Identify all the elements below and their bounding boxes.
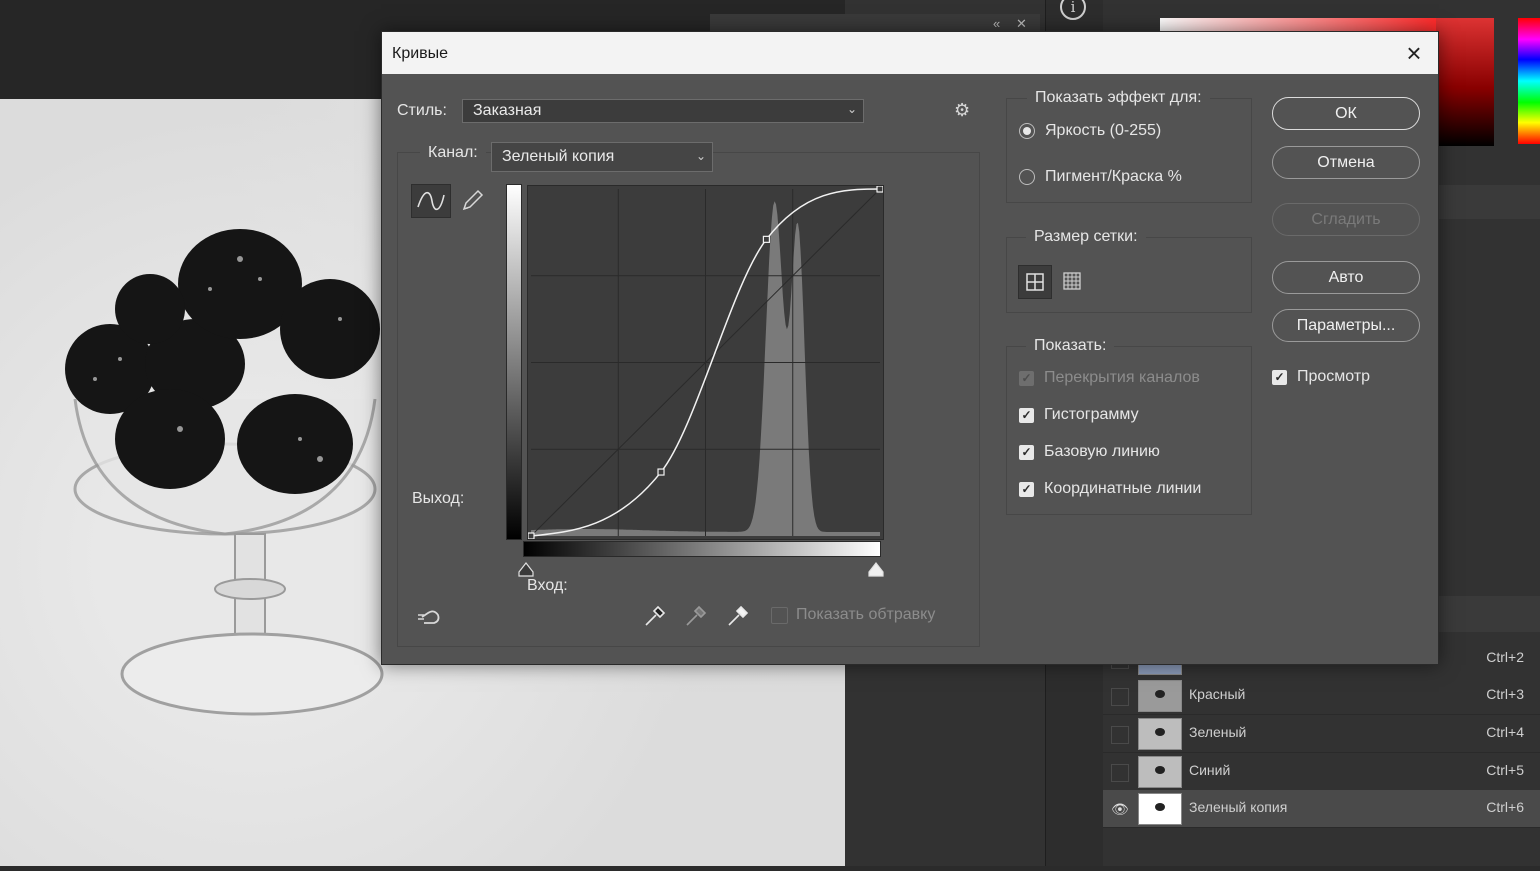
channel-shortcut: Ctrl+6 xyxy=(1486,799,1524,815)
visibility-toggle[interactable] xyxy=(1111,688,1129,706)
channel-name: Синий xyxy=(1189,762,1231,778)
channel-thumbnail xyxy=(1138,793,1182,825)
visibility-toggle[interactable] xyxy=(1111,764,1129,782)
show-clipping-checkbox[interactable] xyxy=(771,607,788,624)
close-icon[interactable]: × xyxy=(1396,38,1432,68)
baseline-checkbox[interactable]: ✓ xyxy=(1019,445,1034,460)
panel-header xyxy=(1436,185,1540,219)
channel-thumbnail xyxy=(1138,756,1182,788)
brightness-radio[interactable] xyxy=(1019,123,1035,139)
dialog-titlebar[interactable]: Кривые × xyxy=(382,32,1438,74)
auto-button[interactable]: Авто xyxy=(1272,261,1420,294)
baseline-label: Базовую линию xyxy=(1044,443,1160,460)
output-label: Выход: xyxy=(412,490,465,507)
style-value: Заказная xyxy=(473,102,542,119)
style-label: Стиль: xyxy=(397,102,447,119)
grid-size-title: Размер сетки: xyxy=(1026,228,1146,246)
curve-control-point[interactable] xyxy=(657,468,665,476)
options-button[interactable]: Параметры... xyxy=(1272,309,1420,342)
eye-icon[interactable]: 👁 xyxy=(1111,801,1129,817)
show-clipping-label: Показать обтравку xyxy=(796,606,936,623)
smooth-button[interactable]: Сгладить xyxy=(1272,203,1420,236)
curve-plot[interactable] xyxy=(527,185,884,540)
channel-overlays-checkbox[interactable]: ✓ xyxy=(1019,371,1034,386)
white-point-slider[interactable] xyxy=(867,562,885,583)
chevron-down-icon: ⌄ xyxy=(695,149,706,163)
curve-control-point[interactable] xyxy=(876,185,884,193)
channel-row[interactable]: Синий Ctrl+5 xyxy=(1103,753,1540,791)
channel-row[interactable]: Красный Ctrl+3 xyxy=(1103,677,1540,715)
style-select[interactable]: Заказная ⌄ xyxy=(462,99,864,123)
histogram-label: Гистограмму xyxy=(1044,406,1139,423)
preview-checkbox[interactable]: ✓ xyxy=(1272,370,1287,385)
brightness-label: Яркость (0-255) xyxy=(1045,122,1162,139)
channel-name: Красный xyxy=(1189,686,1246,702)
hue-slider[interactable] xyxy=(1518,18,1540,144)
collapse-icon[interactable]: « xyxy=(993,16,1000,31)
channel-label: Канал: xyxy=(420,144,486,162)
channel-row-active[interactable]: 👁 Зеленый копия Ctrl+6 xyxy=(1103,790,1540,828)
channel-name: Зеленый xyxy=(1189,724,1247,740)
pencil-icon[interactable] xyxy=(458,187,486,215)
input-gradient-bar xyxy=(523,541,881,557)
curve-tool-icon[interactable] xyxy=(411,184,451,218)
white-eyedropper-icon[interactable] xyxy=(725,603,751,634)
black-eyedropper-icon[interactable] xyxy=(642,603,668,634)
show-effect-title: Показать эффект для: xyxy=(1027,89,1210,107)
curves-dialog: Кривые × Стиль: Заказная ⌄ ⚙ Канал: Зеле… xyxy=(381,31,1439,665)
dialog-title: Кривые xyxy=(392,45,449,62)
gear-icon[interactable]: ⚙ xyxy=(954,100,970,121)
intersection-checkbox[interactable]: ✓ xyxy=(1019,482,1034,497)
simple-grid-icon[interactable] xyxy=(1018,265,1052,299)
channel-overlays-label: Перекрытия каналов xyxy=(1044,369,1200,386)
input-label: Вход: xyxy=(527,577,568,594)
ok-button[interactable]: ОК xyxy=(1272,97,1420,130)
curves-graph[interactable] xyxy=(527,185,884,540)
cancel-button[interactable]: Отмена xyxy=(1272,146,1420,179)
show-effect-group xyxy=(1006,98,1252,203)
on-image-adjust-icon[interactable] xyxy=(416,605,446,634)
channel-name: Зеленый копия xyxy=(1189,799,1288,815)
curve-control-point[interactable] xyxy=(762,235,771,243)
preview-label: Просмотр xyxy=(1297,368,1371,385)
output-gradient-bar xyxy=(506,184,522,540)
panel-close-icon[interactable]: ✕ xyxy=(1016,16,1027,32)
channel-shortcut: Ctrl+2 xyxy=(1486,649,1524,665)
channel-shortcut: Ctrl+3 xyxy=(1486,686,1524,702)
channel-select[interactable]: Зеленый копия ⌄ xyxy=(491,142,713,172)
curve-control-point[interactable] xyxy=(527,532,535,540)
color-field-shade[interactable] xyxy=(1436,18,1494,146)
channel-shortcut: Ctrl+5 xyxy=(1486,762,1524,778)
channel-shortcut: Ctrl+4 xyxy=(1486,724,1524,740)
channel-value: Зеленый копия xyxy=(502,148,615,165)
detailed-grid-icon[interactable] xyxy=(1056,265,1088,297)
chevron-down-icon: ⌄ xyxy=(846,102,857,116)
pigment-label: Пигмент/Краска % xyxy=(1045,168,1182,185)
gray-eyedropper-icon[interactable] xyxy=(683,603,709,634)
show-title: Показать: xyxy=(1026,337,1115,355)
channel-row[interactable]: Зеленый Ctrl+4 xyxy=(1103,715,1540,753)
intersection-label: Координатные линии xyxy=(1044,480,1202,497)
visibility-toggle[interactable] xyxy=(1111,726,1129,744)
histogram-checkbox[interactable]: ✓ xyxy=(1019,408,1034,423)
channel-thumbnail xyxy=(1138,718,1182,750)
pigment-radio[interactable] xyxy=(1019,169,1035,185)
channels-panel-header xyxy=(1436,596,1540,632)
channel-thumbnail xyxy=(1138,680,1182,712)
